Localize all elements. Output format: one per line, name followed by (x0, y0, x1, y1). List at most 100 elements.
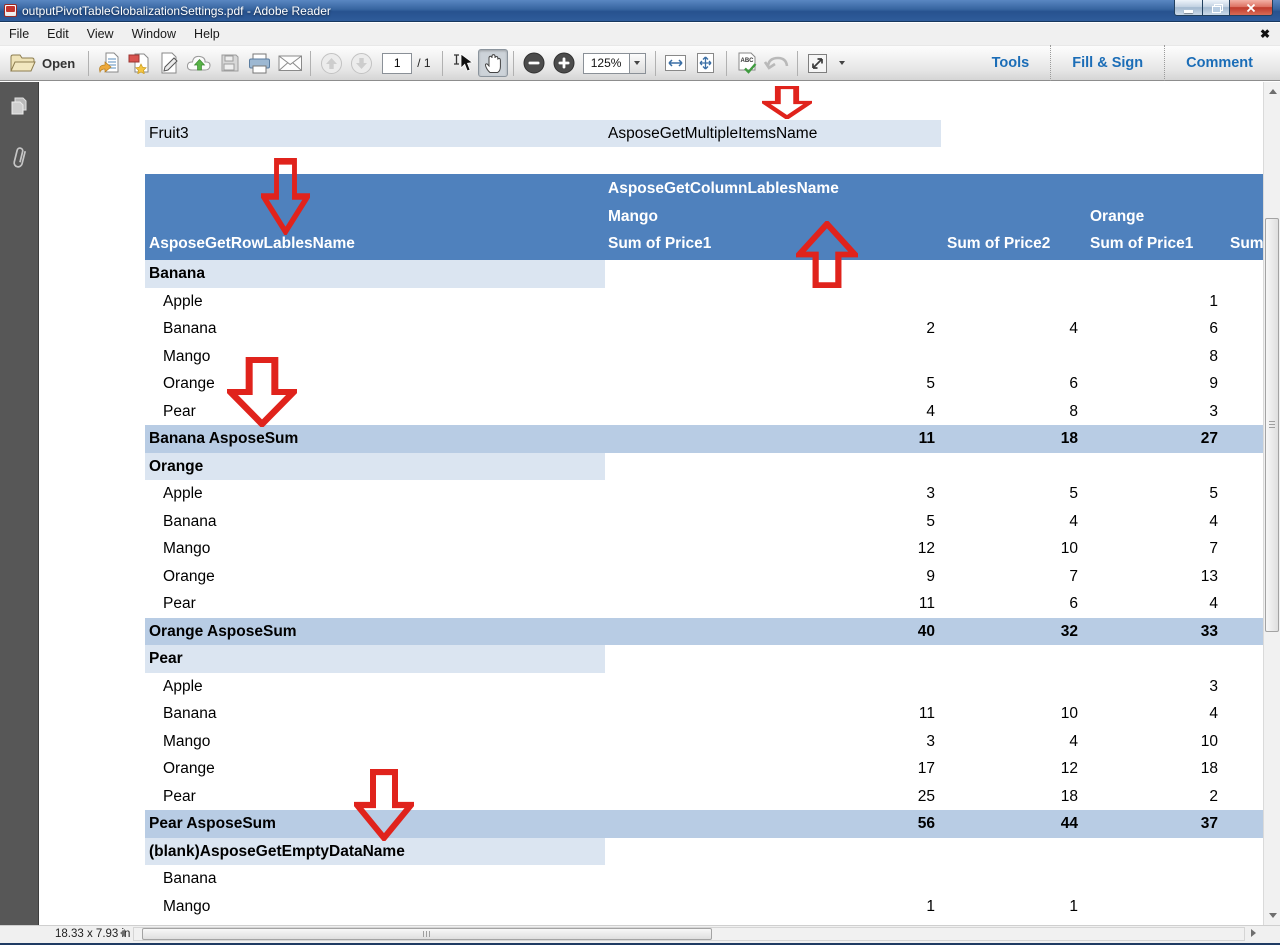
minimize-button[interactable] (1174, 0, 1203, 16)
row-label: Banana (163, 508, 216, 536)
cell-value: 4 (1088, 700, 1218, 728)
create-document-icon (128, 52, 151, 74)
row-label: Pear (163, 783, 196, 811)
zoom-level-value[interactable]: 125% (583, 53, 630, 74)
export-pdf-button[interactable] (94, 49, 124, 77)
save-button[interactable] (215, 49, 245, 77)
row-label: Pear AsposeSum (149, 810, 276, 838)
email-button[interactable] (275, 49, 305, 77)
menu-bar: File Edit View Window Help ✖ (0, 23, 1280, 45)
triangle-left-icon (120, 929, 125, 937)
tools-panel-button[interactable]: Tools (971, 45, 1051, 81)
cell-value: 3 (605, 480, 935, 508)
zoom-dropdown-button[interactable] (630, 53, 646, 74)
menu-file[interactable]: File (0, 24, 38, 44)
row-label: Orange AsposeSum (149, 618, 297, 646)
attachments-paperclip-icon[interactable] (8, 143, 29, 173)
page-thumbnails-icon[interactable] (9, 96, 29, 118)
row-label: Pear (163, 590, 196, 618)
table-row: Orange569 (145, 370, 1263, 398)
cell-value: 2 (605, 315, 935, 343)
cell-value: 13 (1088, 563, 1218, 591)
cell-value: 3 (605, 728, 935, 756)
print-button[interactable] (245, 49, 275, 77)
page-number-input[interactable] (382, 53, 412, 74)
cell-value: 10 (1088, 728, 1218, 756)
scroll-up-button[interactable] (1264, 84, 1280, 99)
previous-page-button[interactable] (316, 49, 346, 77)
undo-button[interactable] (762, 49, 792, 77)
cell-value: 4 (1088, 508, 1218, 536)
row-label: (blank)AsposeGetEmptyDataName (149, 838, 405, 866)
triangle-right-icon (1251, 929, 1256, 937)
menu-help[interactable]: Help (185, 24, 229, 44)
pivot-rows: BananaApple1Banana246Mango8Orange569Pear… (145, 260, 1263, 920)
table-row: Orange AsposeSum403233 (145, 618, 1263, 646)
toolbar-separator (513, 51, 514, 76)
sign-document-button[interactable] (154, 49, 184, 77)
fit-width-icon (664, 53, 687, 73)
cell-value: 6 (945, 590, 1078, 618)
main-area: Fruit3 AsposeGetMultipleItemsName Aspose… (0, 82, 1280, 925)
scroll-left-button[interactable] (120, 929, 125, 937)
window-controls (1174, 0, 1273, 16)
fill-sign-panel-button[interactable]: Fill & Sign (1050, 45, 1164, 81)
cell-value: 6 (945, 370, 1078, 398)
toolbar-separator (726, 51, 727, 76)
table-row: Orange (145, 453, 1263, 481)
row-label: Banana AsposeSum (149, 425, 298, 453)
vertical-scrollbar[interactable] (1263, 82, 1280, 925)
horizontal-scrollbar[interactable] (133, 927, 1245, 941)
envelope-icon (278, 55, 303, 72)
horizontal-scrollbar-thumb[interactable] (142, 928, 712, 940)
table-row: Mango11 (145, 893, 1263, 921)
zoom-in-button[interactable] (549, 49, 579, 77)
table-row: Banana544 (145, 508, 1263, 536)
table-row: Pear25182 (145, 783, 1263, 811)
row-labels-title: AsposeGetRowLablesName (149, 230, 355, 258)
scroll-down-button[interactable] (1264, 908, 1280, 923)
table-row: Pear483 (145, 398, 1263, 426)
restore-icon (1212, 4, 1221, 12)
row-label: Banana (149, 260, 205, 288)
restore-button[interactable] (1203, 0, 1230, 16)
close-button[interactable] (1230, 0, 1273, 16)
create-pdf-button[interactable] (124, 49, 154, 77)
table-row: Apple355 (145, 480, 1263, 508)
cell-value: 10 (945, 535, 1078, 563)
spellcheck-button[interactable]: ABC (732, 49, 762, 77)
row-label: Mango (163, 343, 210, 371)
open-button[interactable]: Open (6, 49, 83, 77)
fullscreen-arrows-icon (807, 53, 828, 74)
annotation-arrow-down-banana-sum (227, 357, 297, 427)
close-document-icon[interactable]: ✖ (1260, 27, 1270, 41)
hand-tool-button[interactable] (478, 49, 508, 77)
menu-view[interactable]: View (78, 24, 123, 44)
row-label: Banana (163, 865, 216, 893)
send-upload-button[interactable] (184, 49, 215, 77)
scroll-right-button[interactable] (1251, 929, 1256, 937)
pdf-app-icon (4, 4, 17, 17)
zoom-out-button[interactable] (519, 49, 549, 77)
table-row: Mango8 (145, 343, 1263, 371)
menu-window[interactable]: Window (123, 24, 185, 44)
table-row: Apple3 (145, 673, 1263, 701)
menu-edit[interactable]: Edit (38, 24, 78, 44)
save-disk-icon (220, 53, 240, 73)
cell-value: 12 (945, 755, 1078, 783)
fit-page-button[interactable] (691, 49, 721, 77)
next-page-button[interactable] (346, 49, 376, 77)
cell-value: 9 (1088, 370, 1218, 398)
comment-panel-button[interactable]: Comment (1164, 45, 1274, 81)
table-row: (blank)AsposeGetEmptyDataName (145, 838, 1263, 866)
fullscreen-button[interactable] (803, 49, 833, 77)
column-group-mango: Mango (608, 203, 658, 231)
cell-value: 44 (945, 810, 1078, 838)
fit-width-button[interactable] (661, 49, 691, 77)
more-tools-dropdown[interactable] (833, 49, 851, 77)
vertical-scrollbar-thumb[interactable] (1265, 218, 1279, 632)
annotation-arrow-up-column-labels (796, 221, 858, 288)
select-tool-button[interactable] (448, 49, 478, 77)
cell-value: 11 (605, 425, 935, 453)
triangle-down-icon (1269, 913, 1277, 918)
